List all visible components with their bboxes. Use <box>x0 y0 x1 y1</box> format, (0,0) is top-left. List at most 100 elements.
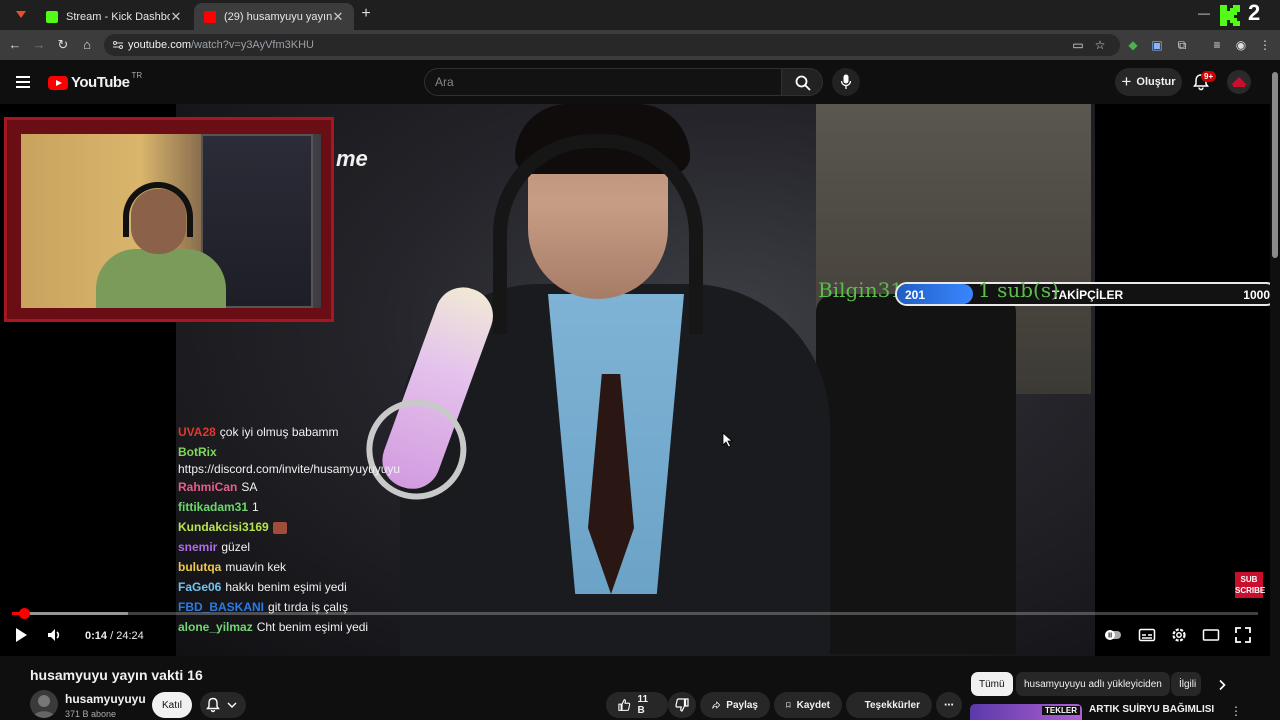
youtube-logo[interactable]: YouTube TR <box>48 71 142 91</box>
chat-message: snemir güzel <box>178 537 408 557</box>
fullscreen-icon[interactable] <box>1234 626 1252 644</box>
search-input[interactable]: Ara <box>424 68 782 96</box>
youtube-play-logo-icon <box>48 75 68 90</box>
save-button[interactable]: Kaydet <box>774 692 842 718</box>
volume-icon[interactable] <box>46 626 64 644</box>
background-chair <box>816 294 1016 654</box>
sub-alert-name: Bilgin31 <box>818 278 904 302</box>
seek-handle[interactable] <box>18 608 30 619</box>
chip-from-uploader[interactable]: husamyuyuyu adlı yükleyiciden <box>1016 672 1170 696</box>
profile-icon[interactable]: ◉ <box>1234 38 1248 52</box>
video-title: husamyuyu yayın vakti 16 <box>30 667 203 683</box>
new-tab-icon[interactable]: + <box>358 6 374 22</box>
search-button[interactable] <box>781 68 823 96</box>
chat-username: alone_yilmaz <box>178 620 253 634</box>
reload-icon[interactable]: ↻ <box>56 38 70 52</box>
follower-goal-target: 1000 <box>1243 288 1270 302</box>
thumbs-down-icon <box>675 698 689 712</box>
extensions-puzzle-icon[interactable]: ⧉ <box>1175 38 1189 52</box>
chat-username: BotRix <box>178 445 217 459</box>
search-icon <box>795 75 811 91</box>
tab-close-icon[interactable]: ✕ <box>170 9 182 25</box>
chat-message: fittikadam31 1 <box>178 497 408 517</box>
play-icon[interactable] <box>12 626 30 644</box>
url-path: /watch?v=y3AyVfm3KHU <box>190 39 314 51</box>
chat-text: https://discord.com/invite/husamyuyuyuyu <box>178 462 401 476</box>
theater-mode-icon[interactable] <box>1202 626 1220 644</box>
chat-text: çok iyi olmuş babamm <box>219 425 339 439</box>
like-count: 11 B <box>637 694 649 716</box>
chat-overlay: UVA28 çok iyi olmuş babamm BotRix https://d… <box>178 422 408 637</box>
follower-goal-bar: 201 TAKİPÇİLER 1000 <box>895 282 1270 306</box>
home-icon[interactable]: ⌂ <box>80 38 94 52</box>
time-total: 24:24 <box>116 630 144 642</box>
media-control-icon[interactable]: ≡ <box>1210 38 1224 52</box>
browser-toolbar: ← → ↻ ⌂ youtube.com/watch?v=y3AyVfm3KHU … <box>0 30 1280 60</box>
chat-message: FaGe06 hakkı benim eşimi yedi <box>178 577 408 597</box>
bookmark-star-icon[interactable]: ☆ <box>1093 38 1107 52</box>
thumbs-up-icon <box>618 699 631 711</box>
seek-bar[interactable] <box>12 608 1258 619</box>
chevron-right-icon[interactable] <box>1216 679 1228 691</box>
extension-green-icon[interactable]: ◆ <box>1126 38 1140 52</box>
chat-text: güzel <box>221 540 251 554</box>
share-label: Paylaş <box>726 699 758 711</box>
recommendation-thumbnail[interactable]: TEKLER <box>970 704 1082 720</box>
share-button[interactable]: Paylaş <box>700 692 770 718</box>
subscriber-count: 371 B abone <box>65 709 117 719</box>
settings-gear-icon[interactable] <box>1170 626 1188 644</box>
subscription-notifications-button[interactable] <box>200 692 246 718</box>
channel-name[interactable]: husamyuyuyu <box>65 692 146 706</box>
url-bar[interactable]: youtube.com/watch?v=y3AyVfm3KHU <box>104 34 1120 56</box>
forward-arrow-icon[interactable]: → <box>32 38 46 52</box>
save-label: Kaydet <box>796 699 830 711</box>
subscribe-line2: SCRIBE <box>1235 586 1266 595</box>
webcam-overlay <box>4 117 334 322</box>
chat-message: alone_yilmaz Cht benim eşimi yedi <box>178 617 408 637</box>
chip-related[interactable]: İlgili <box>1171 672 1201 696</box>
tab-search-icon[interactable] <box>14 8 28 22</box>
chat-text: muavin kek <box>225 560 287 574</box>
more-actions-button[interactable]: ⋯ <box>936 692 962 718</box>
dislike-button[interactable] <box>668 692 696 718</box>
recommendation-more-icon[interactable]: ⋮ <box>1230 704 1242 718</box>
subtitles-icon[interactable] <box>1138 626 1156 644</box>
share-icon <box>712 701 721 709</box>
create-button[interactable]: + Oluştur <box>1115 68 1182 96</box>
browser-menu-icon[interactable]: ⋮ <box>1258 38 1272 52</box>
install-app-icon[interactable]: ▭ <box>1071 38 1085 52</box>
video-player[interactable]: me Bilgin31 201 TAKİPÇİLER 1000 1 sub(s)… <box>0 104 1270 656</box>
tab-kick-dashboard[interactable]: Stream - Kick Dashboard ✕ <box>36 3 192 30</box>
tab-title: Stream - Kick Dashboard <box>66 10 170 23</box>
thanks-button[interactable]: $ Teşekkürler <box>846 692 932 718</box>
recommendation-title[interactable]: ARTIK SUİRYU BAĞIMLISI <box>1089 704 1214 715</box>
page-scrollbar-thumb[interactable] <box>1272 72 1278 258</box>
chip-all[interactable]: Tümü <box>971 672 1013 696</box>
microphone-icon <box>841 74 851 89</box>
chat-message: Kundakcisi3169 <box>178 517 408 537</box>
account-avatar[interactable] <box>1227 70 1251 94</box>
translate-icon[interactable]: ▣ <box>1150 38 1164 52</box>
like-button[interactable]: 11 B <box>606 692 668 718</box>
more-horizontal-icon: ⋯ <box>944 699 954 711</box>
recommendation-thumb-tag: TEKLER <box>1042 706 1080 715</box>
subscribe-watermark[interactable]: SUB SCRIBE <box>1235 572 1266 598</box>
kick-favicon-icon <box>46 10 58 23</box>
chat-message: RahmiCan SA <box>178 477 408 497</box>
time-display: 0:14 / 24:24 <box>85 630 144 642</box>
headphones <box>493 134 703 334</box>
youtube-favicon-icon <box>204 10 216 23</box>
tab-close-icon[interactable]: ✕ <box>332 9 344 25</box>
channel-avatar[interactable] <box>30 690 58 718</box>
guide-menu-icon[interactable] <box>16 76 30 88</box>
voice-search-button[interactable] <box>832 68 860 96</box>
account-avatar-icon <box>1231 77 1247 87</box>
site-info-icon[interactable] <box>112 39 124 51</box>
back-arrow-icon[interactable]: ← <box>8 38 22 52</box>
join-button[interactable]: Katıl <box>152 692 192 718</box>
plus-icon: + <box>1121 72 1132 91</box>
minimize-window-icon[interactable]: — <box>1198 6 1210 20</box>
chat-text: Cht benim eşimi yedi <box>256 620 369 634</box>
tab-youtube-video[interactable]: (29) husamyuyu yayın vakti 16 ✕ <box>194 3 354 30</box>
autoplay-toggle-icon[interactable] <box>1104 626 1122 644</box>
